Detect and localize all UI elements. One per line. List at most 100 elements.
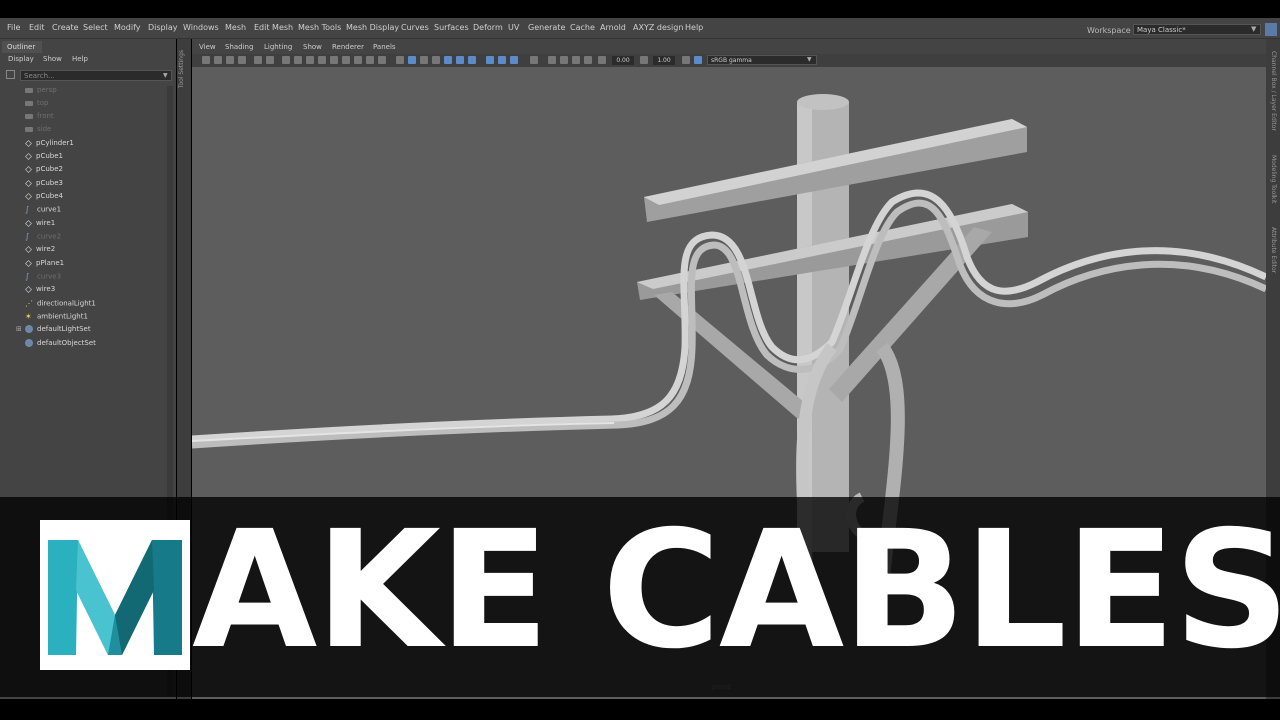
viewport-menu-panels[interactable]: Panels xyxy=(373,43,396,51)
tab-modeling-toolkit[interactable]: Modeling Toolkit xyxy=(1270,155,1277,203)
filter-icon[interactable] xyxy=(6,70,15,79)
viewport-menu-show[interactable]: Show xyxy=(303,43,322,51)
gamma-field[interactable]: 1.00 xyxy=(653,56,675,65)
textured-icon[interactable] xyxy=(408,56,416,64)
outliner-item[interactable]: side xyxy=(25,125,51,133)
menu-edit-mesh[interactable]: Edit Mesh xyxy=(254,23,293,32)
xray-components-icon[interactable] xyxy=(530,56,538,64)
menu-curves[interactable]: Curves xyxy=(401,23,429,32)
outliner-item[interactable]: pPlane1 xyxy=(25,259,64,267)
motion-blur-icon[interactable] xyxy=(456,56,464,64)
outliner-item[interactable]: pCube1 xyxy=(25,152,63,160)
isolate-select-icon[interactable] xyxy=(486,56,494,64)
color-space-chevron-icon[interactable]: ▼ xyxy=(807,56,812,63)
gamma-icon[interactable] xyxy=(640,56,648,64)
exposure-field[interactable]: 0.00 xyxy=(612,56,634,65)
outliner-item[interactable]: pCube3 xyxy=(25,179,63,187)
bookmark-icon[interactable] xyxy=(226,56,234,64)
outliner-item[interactable]: wire3 xyxy=(25,285,55,293)
frame-all-icon[interactable] xyxy=(560,56,568,64)
outliner-item[interactable]: wire2 xyxy=(25,245,55,253)
menu-file[interactable]: File xyxy=(7,23,20,32)
safe-action-icon[interactable] xyxy=(342,56,350,64)
menu-surfaces[interactable]: Surfaces xyxy=(434,23,469,32)
expand-icon[interactable]: ⊞ xyxy=(16,325,22,333)
outliner-item[interactable]: ⋰ directionalLight1 xyxy=(25,299,96,308)
tab-channel-box[interactable]: Channel Box / Layer Editor xyxy=(1270,51,1277,131)
color-management-icon[interactable] xyxy=(682,56,690,64)
ambient-occlusion-icon[interactable] xyxy=(444,56,452,64)
color-space-dropdown[interactable]: sRGB gamma xyxy=(707,55,817,65)
menu-modify[interactable]: Modify xyxy=(114,23,141,32)
menu-arnold[interactable]: Arnold xyxy=(600,23,626,32)
directional-light-icon: ⋰ xyxy=(25,299,33,308)
menu-help[interactable]: Help xyxy=(685,23,703,32)
color-space-icon[interactable] xyxy=(694,56,702,64)
menu-display[interactable]: Display xyxy=(148,23,178,32)
outliner-item[interactable]: ∫ curve3 xyxy=(25,272,61,281)
gate-mask-icon[interactable] xyxy=(318,56,326,64)
outliner-item[interactable]: pCube4 xyxy=(25,192,63,200)
menu-select[interactable]: Select xyxy=(83,23,108,32)
viewport-menu-renderer[interactable]: Renderer xyxy=(332,43,364,51)
outliner-tab[interactable]: Outliner xyxy=(2,41,42,53)
safe-title-icon[interactable] xyxy=(354,56,362,64)
two-d-pan-icon[interactable] xyxy=(254,56,262,64)
grease-pencil-icon[interactable] xyxy=(266,56,274,64)
outliner-menu-help[interactable]: Help xyxy=(72,55,88,63)
set-icon xyxy=(25,325,33,333)
resolution-gate-icon[interactable] xyxy=(306,56,314,64)
outliner-item[interactable]: persp xyxy=(25,86,57,94)
wireframe-icon[interactable] xyxy=(366,56,374,64)
viewport-menu-shading[interactable]: Shading xyxy=(225,43,253,51)
outliner-item[interactable]: pCylinder1 xyxy=(25,139,74,147)
menu-axyz-design[interactable]: AXYZ design xyxy=(633,23,683,32)
viewport-menu-lighting[interactable]: Lighting xyxy=(264,43,292,51)
menu-edit[interactable]: Edit xyxy=(29,23,45,32)
use-all-lights-icon[interactable] xyxy=(420,56,428,64)
workspace-dropdown[interactable]: Maya Classic* xyxy=(1133,24,1261,35)
shadows-icon[interactable] xyxy=(432,56,440,64)
outliner-item[interactable]: pCube2 xyxy=(25,165,63,173)
select-camera-icon[interactable] xyxy=(202,56,210,64)
lock-icon[interactable] xyxy=(1265,23,1277,36)
outliner-menu-show[interactable]: Show xyxy=(43,55,62,63)
frame-selected-icon[interactable] xyxy=(572,56,580,64)
anti-aliasing-icon[interactable] xyxy=(468,56,476,64)
menu-windows[interactable]: Windows xyxy=(183,23,219,32)
exposure-icon[interactable] xyxy=(598,56,606,64)
xray-joints-icon[interactable] xyxy=(510,56,518,64)
image-plane-icon[interactable] xyxy=(238,56,246,64)
outliner-item[interactable]: defaultObjectSet xyxy=(25,339,96,347)
viewport-menu-view[interactable]: View xyxy=(199,43,216,51)
outliner-search-input[interactable]: Search... xyxy=(20,70,172,81)
outliner-item[interactable]: defaultLightSet xyxy=(25,325,91,333)
menu-cache[interactable]: Cache xyxy=(570,23,595,32)
outliner-item[interactable]: front xyxy=(25,112,54,120)
menu-generate[interactable]: Generate xyxy=(528,23,565,32)
outliner-item[interactable]: ✶ ambientLight1 xyxy=(25,312,88,321)
grid-icon[interactable] xyxy=(282,56,290,64)
xray-icon[interactable] xyxy=(498,56,506,64)
menu-deform[interactable]: Deform xyxy=(473,23,503,32)
outliner-item[interactable]: wire1 xyxy=(25,219,55,227)
search-dropdown-icon[interactable]: ▼ xyxy=(163,72,168,79)
menu-mesh-display[interactable]: Mesh Display xyxy=(346,23,399,32)
menu-mesh-tools[interactable]: Mesh Tools xyxy=(298,23,341,32)
outliner-item[interactable]: ∫ curve2 xyxy=(25,232,61,241)
menu-mesh[interactable]: Mesh xyxy=(225,23,246,32)
view-transform-icon[interactable] xyxy=(584,56,592,64)
smooth-shade-icon[interactable] xyxy=(378,56,386,64)
field-chart-icon[interactable] xyxy=(330,56,338,64)
menu-create[interactable]: Create xyxy=(52,23,79,32)
menu-uv[interactable]: UV xyxy=(508,23,519,32)
film-gate-icon[interactable] xyxy=(294,56,302,64)
outliner-item[interactable]: top xyxy=(25,99,48,107)
tab-attribute-editor[interactable]: Attribute Editor xyxy=(1270,227,1277,273)
chevron-down-icon[interactable]: ▼ xyxy=(1251,25,1256,33)
wireframe-on-shaded-icon[interactable] xyxy=(396,56,404,64)
camera-attributes-icon[interactable] xyxy=(214,56,222,64)
outliner-menu-display[interactable]: Display xyxy=(8,55,34,63)
outliner-item[interactable]: ∫ curve1 xyxy=(25,205,61,214)
camera-transform-icon[interactable] xyxy=(548,56,556,64)
